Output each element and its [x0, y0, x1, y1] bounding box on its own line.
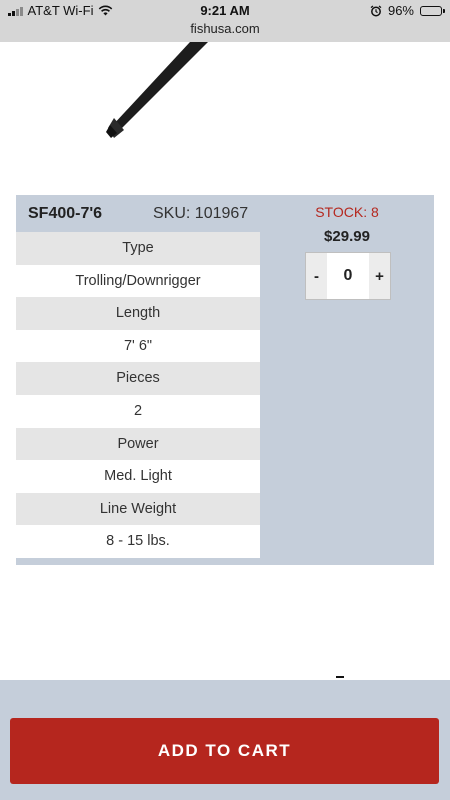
add-to-cart-button[interactable]: ADD TO CART — [10, 718, 439, 784]
quantity-decrement-button[interactable]: - — [306, 253, 327, 299]
spec-table: Type Trolling/Downrigger Length 7' 6" Pi… — [16, 232, 260, 558]
quantity-stepper: - 0 + — [305, 252, 391, 300]
spec-label-line-weight: Line Weight — [16, 492, 260, 526]
url-bar[interactable]: fishusa.com — [0, 21, 450, 36]
quantity-increment-button[interactable]: + — [369, 253, 390, 299]
battery-percent: 96% — [387, 3, 414, 18]
quantity-input[interactable]: 0 — [327, 253, 369, 299]
spec-label-length: Length — [16, 297, 260, 330]
spec-value-type: Trolling/Downrigger — [16, 264, 260, 298]
product-sku: SKU: 101967 — [153, 205, 249, 222]
status-bar: AT&T Wi-Fi 9:21 AM 96% — [0, 0, 450, 22]
browser-top-bar: AT&T Wi-Fi 9:21 AM 96% fishusa.com — [0, 0, 450, 42]
product-spec-panel: SF400-7'6 SKU: 101967 Type Trolling/Down… — [16, 195, 434, 565]
spec-value-length: 7' 6" — [16, 329, 260, 363]
spec-value-line-weight: 8 - 15 lbs. — [16, 525, 260, 558]
status-right: 96% — [370, 3, 445, 18]
spec-label-type: Type — [16, 232, 260, 265]
product-rod-image — [106, 42, 208, 138]
spec-value-pieces: 2 — [16, 394, 260, 428]
spec-label-power: Power — [16, 427, 260, 461]
footer-mark — [336, 676, 344, 678]
battery-icon — [420, 5, 445, 16]
alarm-clock-icon — [370, 4, 382, 16]
spec-label-pieces: Pieces — [16, 362, 260, 395]
spec-value-power: Med. Light — [16, 460, 260, 493]
product-price: $29.99 — [324, 228, 370, 245]
product-title-row: SF400-7'6 SKU: 101967 — [16, 195, 260, 232]
product-model: SF400-7'6 — [28, 205, 103, 222]
stock-count: STOCK: 8 — [315, 204, 379, 220]
purchase-column: STOCK: 8 $29.99 - 0 + — [260, 195, 434, 565]
